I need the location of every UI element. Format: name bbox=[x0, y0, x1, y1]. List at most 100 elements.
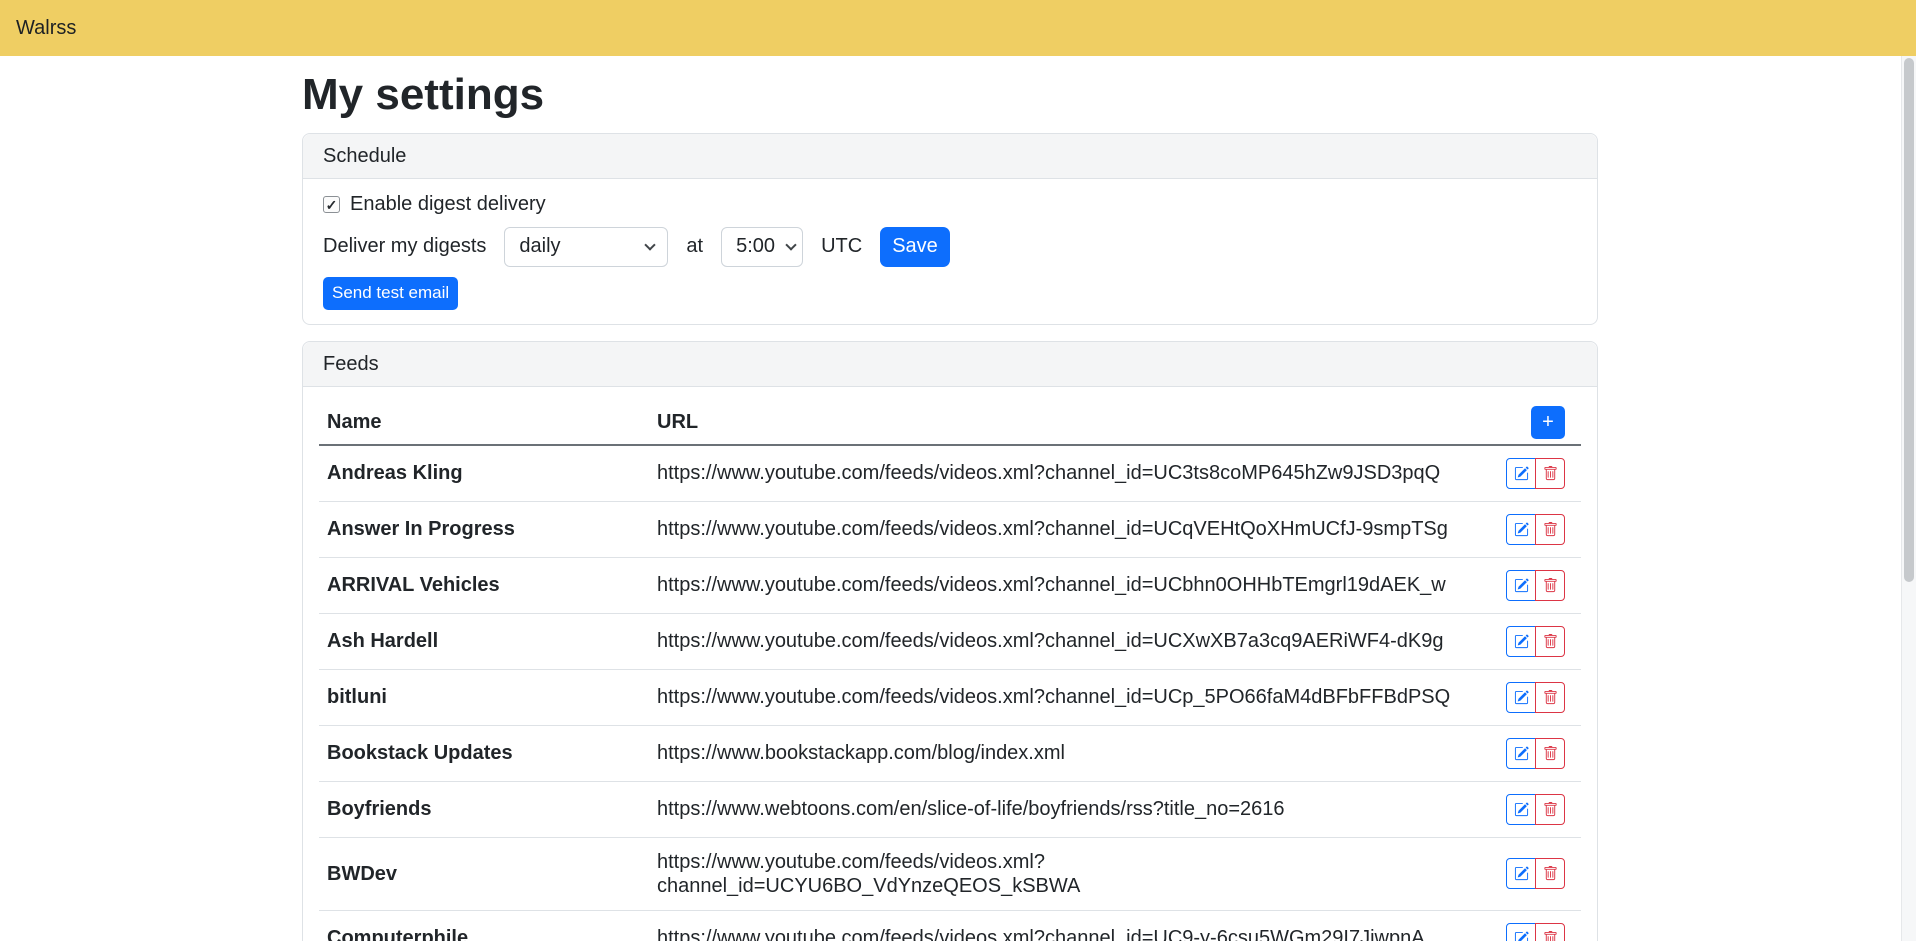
enable-digest-checkbox[interactable]: ✓ bbox=[323, 196, 340, 213]
feed-actions bbox=[1506, 626, 1565, 657]
add-feed-button[interactable]: + bbox=[1531, 406, 1565, 439]
feed-url: https://www.youtube.com/feeds/videos.xml… bbox=[649, 910, 1461, 941]
timezone-label: UTC bbox=[821, 235, 862, 258]
trash-icon bbox=[1543, 522, 1558, 537]
schedule-card-header: Schedule bbox=[303, 134, 1597, 179]
feed-url: https://www.youtube.com/feeds/videos.xml… bbox=[649, 557, 1461, 613]
edit-icon bbox=[1514, 466, 1529, 481]
column-header-name: Name bbox=[319, 401, 649, 445]
feeds-card-body: Name URL + Andreas Kling https://www.you… bbox=[303, 387, 1597, 941]
feed-name: Answer In Progress bbox=[319, 501, 649, 557]
column-header-url: URL bbox=[649, 401, 1461, 445]
feeds-card: Feeds Name URL + Andreas Kling https://w… bbox=[302, 341, 1598, 941]
time-select[interactable]: 5:00 bbox=[721, 227, 803, 267]
feed-url: https://www.youtube.com/feeds/videos.xml… bbox=[649, 669, 1461, 725]
feeds-table-header-row: Name URL + bbox=[319, 401, 1581, 445]
feed-name: Ash Hardell bbox=[319, 613, 649, 669]
frequency-select[interactable]: daily bbox=[504, 227, 668, 267]
table-row: bitluni https://www.youtube.com/feeds/vi… bbox=[319, 669, 1581, 725]
at-label: at bbox=[686, 235, 703, 258]
edit-feed-button[interactable] bbox=[1506, 858, 1536, 889]
delete-feed-button[interactable] bbox=[1535, 923, 1565, 941]
trash-icon bbox=[1543, 746, 1558, 761]
trash-icon bbox=[1543, 466, 1558, 481]
frequency-select-value: daily bbox=[519, 235, 560, 258]
edit-icon bbox=[1514, 802, 1529, 817]
feed-name: Bookstack Updates bbox=[319, 725, 649, 781]
table-row: Answer In Progress https://www.youtube.c… bbox=[319, 501, 1581, 557]
table-row: BWDev https://www.youtube.com/feeds/vide… bbox=[319, 837, 1581, 910]
deliver-digests-label: Deliver my digests bbox=[323, 235, 486, 258]
time-select-value: 5:00 bbox=[736, 235, 775, 258]
feed-actions bbox=[1506, 794, 1565, 825]
edit-feed-button[interactable] bbox=[1506, 626, 1536, 657]
checkmark-icon: ✓ bbox=[326, 198, 338, 212]
navbar: Walrss bbox=[0, 0, 1916, 56]
feed-actions bbox=[1506, 514, 1565, 545]
edit-feed-button[interactable] bbox=[1506, 794, 1536, 825]
navbar-brand[interactable]: Walrss bbox=[16, 17, 76, 40]
feed-url: https://www.bookstackapp.com/blog/index.… bbox=[649, 725, 1461, 781]
edit-icon bbox=[1514, 746, 1529, 761]
table-row: Andreas Kling https://www.youtube.com/fe… bbox=[319, 445, 1581, 502]
feed-name: Boyfriends bbox=[319, 781, 649, 837]
delete-feed-button[interactable] bbox=[1535, 738, 1565, 769]
schedule-card-body: ✓ Enable digest delivery Deliver my dige… bbox=[303, 179, 1597, 324]
main-content: My settings Schedule ✓ Enable digest del… bbox=[302, 70, 1598, 941]
feed-name: ARRIVAL Vehicles bbox=[319, 557, 649, 613]
edit-feed-button[interactable] bbox=[1506, 923, 1536, 941]
send-test-email-button[interactable]: Send test email bbox=[323, 277, 458, 310]
table-row: Computerphile https://www.youtube.com/fe… bbox=[319, 910, 1581, 941]
delete-feed-button[interactable] bbox=[1535, 682, 1565, 713]
scrollbar[interactable] bbox=[1901, 56, 1916, 941]
edit-feed-button[interactable] bbox=[1506, 514, 1536, 545]
edit-icon bbox=[1514, 634, 1529, 649]
trash-icon bbox=[1543, 866, 1558, 881]
feeds-card-header: Feeds bbox=[303, 342, 1597, 387]
edit-feed-button[interactable] bbox=[1506, 458, 1536, 489]
edit-icon bbox=[1514, 578, 1529, 593]
table-row: Bookstack Updates https://www.bookstacka… bbox=[319, 725, 1581, 781]
page-title: My settings bbox=[302, 70, 1598, 121]
feed-actions bbox=[1506, 738, 1565, 769]
edit-feed-button[interactable] bbox=[1506, 570, 1536, 601]
feed-name: Andreas Kling bbox=[319, 445, 649, 502]
feed-actions bbox=[1506, 682, 1565, 713]
feed-actions bbox=[1506, 923, 1565, 941]
table-row: ARRIVAL Vehicles https://www.youtube.com… bbox=[319, 557, 1581, 613]
feed-url: https://www.webtoons.com/en/slice-of-lif… bbox=[649, 781, 1461, 837]
table-row: Boyfriends https://www.webtoons.com/en/s… bbox=[319, 781, 1581, 837]
trash-icon bbox=[1543, 690, 1558, 705]
edit-icon bbox=[1514, 866, 1529, 881]
delete-feed-button[interactable] bbox=[1535, 794, 1565, 825]
delete-feed-button[interactable] bbox=[1535, 570, 1565, 601]
scrollbar-thumb[interactable] bbox=[1904, 58, 1914, 582]
delete-feed-button[interactable] bbox=[1535, 514, 1565, 545]
delete-feed-button[interactable] bbox=[1535, 626, 1565, 657]
table-row: Ash Hardell https://www.youtube.com/feed… bbox=[319, 613, 1581, 669]
feed-actions bbox=[1506, 458, 1565, 489]
schedule-card: Schedule ✓ Enable digest delivery Delive… bbox=[302, 133, 1598, 325]
feed-name: Computerphile bbox=[319, 910, 649, 941]
feed-name: BWDev bbox=[319, 837, 649, 910]
chevron-down-icon bbox=[645, 239, 656, 250]
trash-icon bbox=[1543, 634, 1558, 649]
feed-url: https://www.youtube.com/feeds/videos.xml… bbox=[649, 445, 1461, 502]
edit-feed-button[interactable] bbox=[1506, 738, 1536, 769]
trash-icon bbox=[1543, 931, 1558, 941]
edit-icon bbox=[1514, 931, 1529, 941]
delete-feed-button[interactable] bbox=[1535, 858, 1565, 889]
feed-url: https://www.youtube.com/feeds/videos.xml… bbox=[649, 837, 1461, 910]
feed-name: bitluni bbox=[319, 669, 649, 725]
feed-url: https://www.youtube.com/feeds/videos.xml… bbox=[649, 613, 1461, 669]
feeds-table-body: Andreas Kling https://www.youtube.com/fe… bbox=[319, 445, 1581, 941]
save-button[interactable]: Save bbox=[880, 227, 950, 267]
feed-actions bbox=[1506, 858, 1565, 889]
edit-feed-button[interactable] bbox=[1506, 682, 1536, 713]
edit-icon bbox=[1514, 522, 1529, 537]
feed-actions bbox=[1506, 570, 1565, 601]
enable-digest-label: Enable digest delivery bbox=[350, 193, 546, 216]
delete-feed-button[interactable] bbox=[1535, 458, 1565, 489]
chevron-down-icon bbox=[785, 239, 796, 250]
feed-url: https://www.youtube.com/feeds/videos.xml… bbox=[649, 501, 1461, 557]
